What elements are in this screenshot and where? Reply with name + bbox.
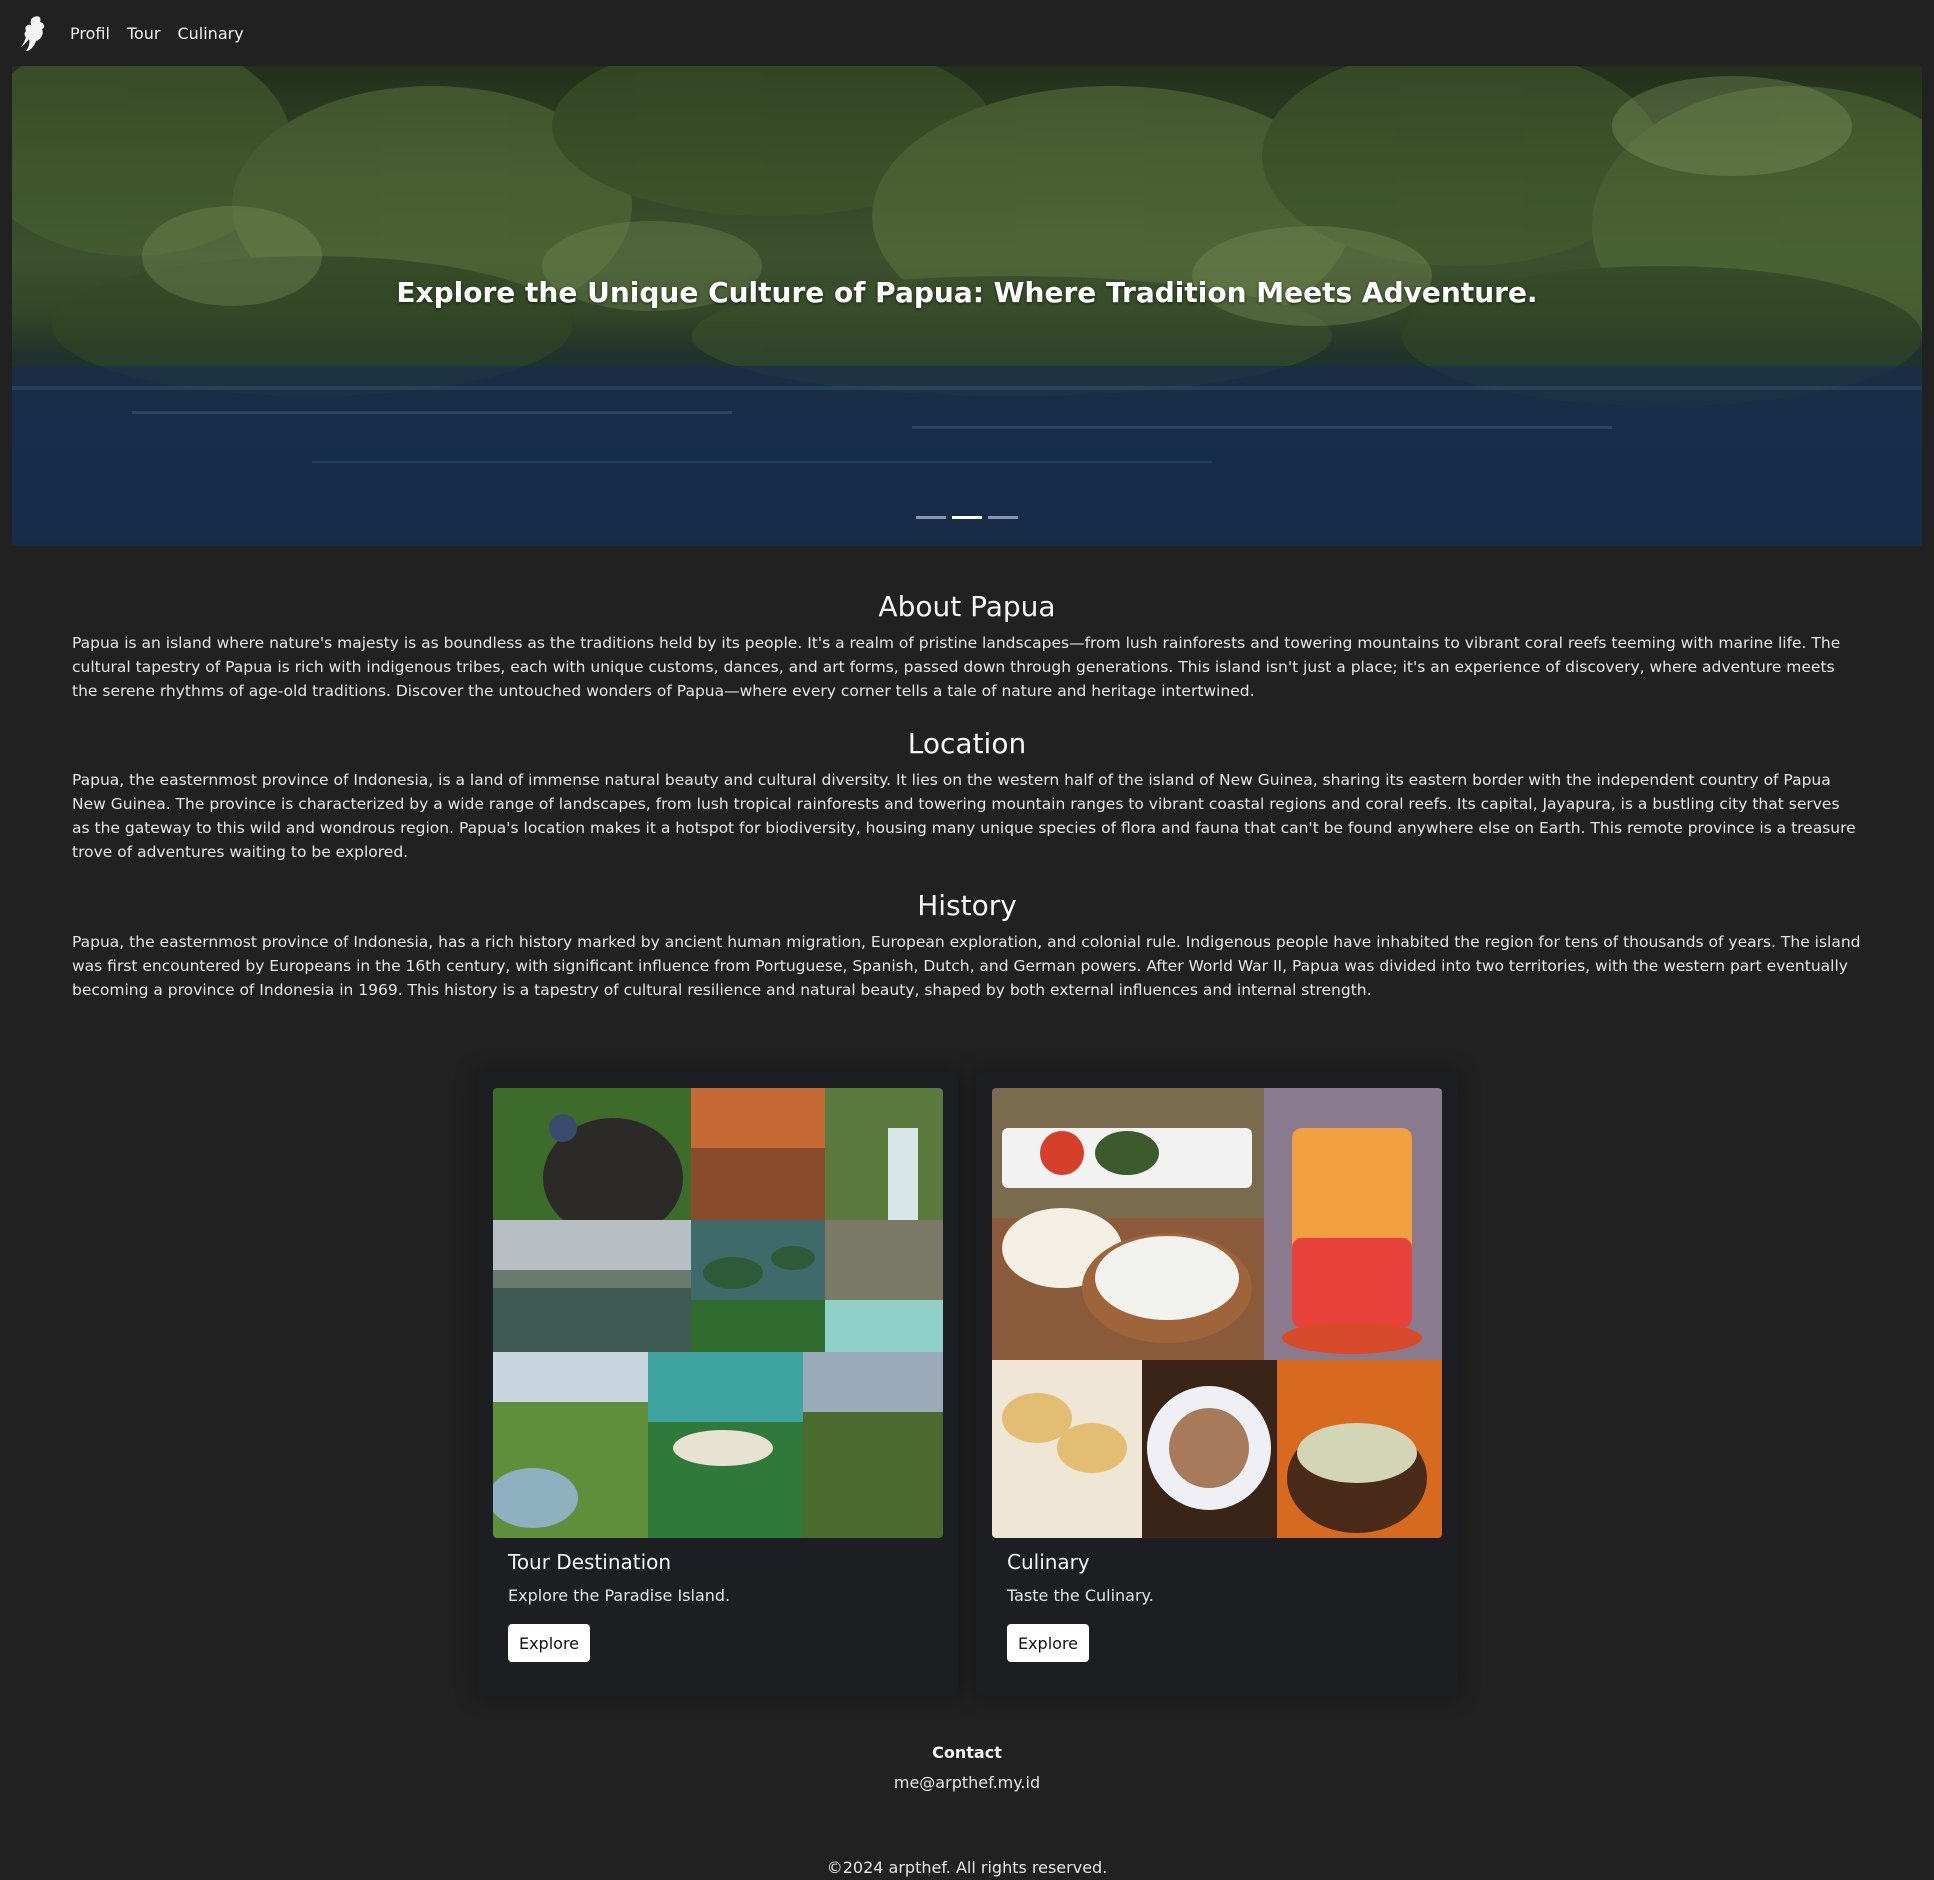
history-text: Papua, the easternmost province of Indon… [72, 933, 1861, 999]
location-section: Location Papua, the easternmost province… [72, 727, 1862, 864]
footer-contact-title: Contact [932, 1743, 1002, 1762]
tour-card-title: Tour Destination [508, 1550, 672, 1574]
footer-email-link[interactable]: me@arpthef.my.id [0, 1773, 1934, 1792]
carousel-indicator-3[interactable] [988, 516, 1018, 519]
tour-card-text: Explore the Paradise Island. [508, 1586, 731, 1605]
footer-copyright: ©2024 arpthef. All rights reserved. [826, 1858, 1108, 1877]
tour-explore-button[interactable]: Explore [508, 1624, 590, 1662]
about-text: Papua is an island where nature's majest… [72, 634, 1841, 700]
hero-title: Explore the Unique Culture of Papua: Whe… [396, 276, 1538, 309]
tour-collage-image [493, 1088, 943, 1538]
nav-link-culinary[interactable]: Culinary [177, 24, 243, 43]
culinary-card-text: Taste the Culinary. [1007, 1586, 1154, 1605]
tour-card: Tour Destination Explore the Paradise Is… [477, 1072, 959, 1696]
location-text: Papua, the easternmost province of Indon… [72, 771, 1856, 861]
navbar: Profil Tour Culinary [0, 0, 1934, 66]
carousel-indicator-2[interactable] [952, 516, 982, 519]
bird-of-paradise-logo-icon[interactable] [20, 13, 50, 53]
location-heading: Location [907, 727, 1027, 760]
carousel-indicator-1[interactable] [916, 516, 946, 519]
culinary-card-title: Culinary [1007, 1550, 1090, 1574]
nav-link-profil[interactable]: Profil [70, 24, 110, 43]
hero-carousel[interactable]: Explore the Unique Culture of Papua: Whe… [12, 66, 1922, 546]
culinary-collage-image [992, 1088, 1442, 1538]
carousel-indicators [916, 516, 1018, 519]
history-heading: History [917, 889, 1017, 922]
culinary-explore-button[interactable]: Explore [1007, 1624, 1089, 1662]
about-section: About Papua Papua is an island where nat… [72, 590, 1862, 703]
nav-link-tour[interactable]: Tour [127, 24, 161, 43]
about-heading: About Papua [878, 590, 1056, 623]
culinary-card: Culinary Taste the Culinary. Explore [976, 1072, 1458, 1696]
history-section: History Papua, the easternmost province … [72, 889, 1862, 1002]
